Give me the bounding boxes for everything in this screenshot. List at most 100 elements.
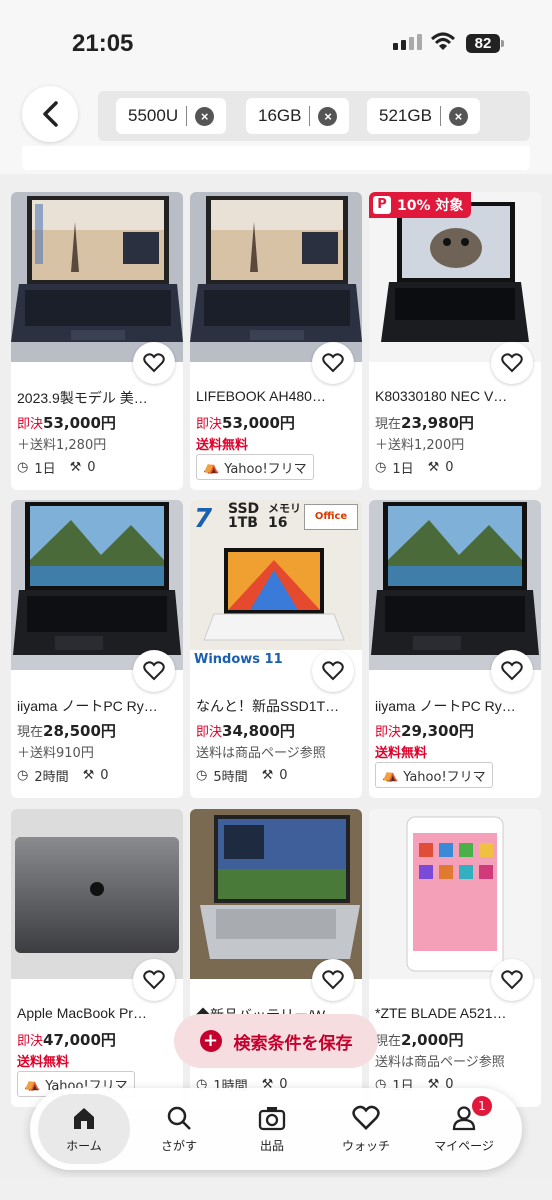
promo-badge: P 10% 対象 [369,192,472,218]
heart-icon [143,353,165,373]
home-indicator-area [0,1178,552,1200]
clear-chip-icon[interactable]: × [195,106,215,126]
chip-16gb[interactable]: 16GB × [246,98,350,134]
shipping-text: ＋送料910円 [17,746,94,761]
windows-badge: Windows 11 [194,652,283,667]
heart-icon [322,661,344,681]
item-image [369,809,541,979]
clock-icon: ◷ [375,460,387,475]
item-card[interactable]: P 10% 対象 K80330180 NEC V… 現在23,980円 ＋送料1,… [369,192,541,490]
heart-icon [501,970,523,990]
item-title[interactable]: iiyama ノートPC Ry… [17,696,177,716]
heart-icon [143,970,165,990]
search-chips[interactable]: 5500U × 16GB × 521GB × [98,91,530,141]
item-title[interactable]: なんと！新品SSD1T… [196,696,356,716]
item-title[interactable]: K80330180 NEC V… [375,388,535,404]
gavel-icon: ⚒ [261,768,274,783]
item-price: 28,500円 [43,722,116,740]
notification-badge: 1 [472,1096,492,1116]
chip-5500u[interactable]: 5500U × [116,98,227,134]
item-card[interactable]: iiyama ノートPC Ry… 即決29,300円 送料無料 ⛺ Yahoo!フ… [369,500,541,798]
plus-icon: + [199,1030,222,1052]
item-title[interactable]: iiyama ノートPC Ry… [375,696,535,716]
item-card[interactable]: iiyama ノートPC Ry… 現在28,500円 ＋送料910円 ◷ 2時間 ⚒… [11,500,183,798]
clear-chip-icon[interactable]: × [318,106,338,126]
heart-icon [143,661,165,681]
item-card[interactable]: LIFEBOOK AH480… 即決53,000円 送料無料 ⛺ Yahoo!フリ… [190,192,362,490]
clock: 21:05 [72,30,134,57]
home-icon [74,1107,94,1129]
item-title[interactable]: Apple MacBook Pr… [17,1005,177,1021]
gavel-icon: ⚒ [82,768,95,783]
item-image: 7 SSD 1TB メモリ 16 Office Windows 11 [190,500,362,670]
item-card[interactable]: 2023.9製モデル 美… 即決53,000円 ＋送料1,280円 ◷ 1日 ⚒ 0 [11,192,183,490]
item-title[interactable]: 2023.9製モデル 美… [17,388,177,408]
item-image [11,809,183,979]
price-label: 現在 [375,1034,402,1049]
status-bar: 21:05 82 [0,0,552,90]
chip-521gb[interactable]: 521GB × [367,98,480,134]
tent-icon: ⛺ [24,1076,41,1092]
back-button[interactable] [22,86,78,142]
nav-sell[interactable]: 出品 [226,1094,318,1164]
item-image [369,500,541,670]
search-icon [167,1106,191,1130]
item-image [190,809,362,979]
camera-icon [258,1106,286,1130]
item-card[interactable]: 7 SSD 1TB メモリ 16 Office Windows 11 なんと！新品S… [190,500,362,798]
watch-heart-button[interactable] [491,650,533,692]
shipping-text: ＋送料1,200円 [375,438,465,453]
watch-heart-button[interactable] [133,959,175,1001]
item-title[interactable]: *ZTE BLADE A521… [375,1005,535,1021]
watch-heart-button[interactable] [491,959,533,1001]
shipping-text: 送料は商品ページ参照 [196,746,326,761]
clock-icon: ◷ [17,460,29,475]
watch-heart-button[interactable] [133,342,175,384]
heart-icon [322,353,344,373]
price-label: 即決 [375,725,402,740]
price-label: 即決 [17,417,44,432]
time-left: 5時間 [213,770,248,785]
shipping-text: 送料無料 [196,438,249,453]
time-left: 1日 [34,462,56,477]
flea-market-badge: ⛺ Yahoo!フリマ [196,454,314,480]
clear-chip-icon[interactable]: × [448,106,468,126]
time-left: 1日 [392,462,414,477]
item-price: 53,000円 [222,414,295,432]
item-price: 29,300円 [401,722,474,740]
nav-watch[interactable]: ウォッチ [320,1094,412,1164]
item-price: 23,980円 [401,414,474,432]
price-label: 現在 [375,417,402,432]
bid-count: 0 [87,460,96,475]
item-price: 53,000円 [43,414,116,432]
watch-heart-button[interactable] [312,650,354,692]
gavel-icon: ⚒ [69,460,82,475]
heart-icon [501,661,523,681]
watch-heart-button[interactable] [312,342,354,384]
bid-count: 0 [445,460,454,475]
item-card[interactable]: Apple MacBook Pr… 即決47,000円 送料無料 ⛺ Yahoo!… [11,809,183,1107]
shipping-text: 送料は商品ページ参照 [375,1055,505,1070]
cpu-badge: 7 [194,504,213,534]
nav-search[interactable]: さがす [133,1094,225,1164]
item-price: 34,800円 [222,722,295,740]
time-left: 2時間 [34,770,69,785]
memory-badge: メモリ 16 [268,502,301,531]
save-search-button[interactable]: + 検索条件を保存 [174,1014,378,1068]
nav-home[interactable]: ホーム [38,1094,130,1164]
tent-icon: ⛺ [382,767,399,783]
shipping-text: ＋送料1,280円 [17,438,107,453]
watch-heart-button[interactable] [133,650,175,692]
watch-heart-button[interactable] [491,342,533,384]
item-card[interactable]: *ZTE BLADE A521… 現在2,000円 送料は商品ページ参照 ◷ 1日… [369,809,541,1107]
item-title[interactable]: LIFEBOOK AH480… [196,388,356,404]
signal-icon [393,34,422,50]
filter-panel-edge [22,146,530,170]
clock-icon: ◷ [17,768,29,783]
watch-heart-button[interactable] [312,959,354,1001]
price-label: 即決 [196,417,223,432]
nav-mypage[interactable]: マイページ 1 [418,1094,510,1164]
bottom-nav: ホーム さがす 出品 ウォッチ マイページ 1 [30,1088,522,1170]
bid-count: 0 [279,768,288,783]
heart-icon [352,1105,380,1130]
